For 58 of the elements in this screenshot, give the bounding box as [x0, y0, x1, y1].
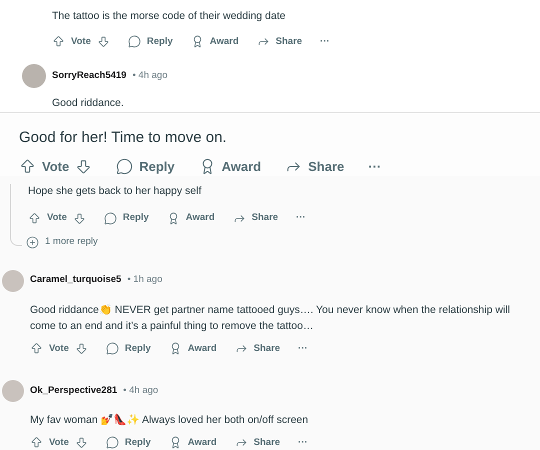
vote-label: Vote	[49, 436, 69, 450]
comment-text: Good riddance👏 NEVER get partner name tattooed guys…. You never know when the relationship will come to an end and it’s a painful thing to remove the tattoo…	[29, 302, 511, 334]
vote-label: Vote	[47, 211, 67, 225]
share-button[interactable]: Share	[234, 436, 280, 450]
vote-label: Vote	[42, 158, 70, 176]
more-options-button[interactable]: ···	[368, 160, 382, 173]
award-button[interactable]: Award	[168, 436, 217, 450]
comment-text: Hope she gets back to her happy self	[28, 184, 202, 200]
award-button[interactable]: Award	[198, 156, 262, 176]
upvote-icon[interactable]	[28, 212, 41, 225]
more-options-button[interactable]: ···	[320, 37, 330, 47]
comment-text: The tattoo is the morse code of their wedding date	[52, 9, 286, 24]
award-button[interactable]: Award	[190, 34, 239, 49]
comment-text: My fav woman 💅👠✨ Always loved her both on/off screen	[29, 412, 310, 428]
more-options-button[interactable]: ···	[296, 213, 306, 223]
upvote-icon[interactable]	[19, 158, 36, 175]
upvote-icon[interactable]	[30, 342, 43, 356]
speech-bubble-icon	[106, 342, 119, 356]
award-button[interactable]: Award	[168, 342, 217, 356]
more-options-button[interactable]: ···	[298, 438, 308, 448]
upvote-icon[interactable]	[30, 436, 43, 450]
reply-button[interactable]: Reply	[104, 211, 149, 226]
share-button[interactable]: Share	[256, 34, 302, 49]
timestamp: • 4h ago	[123, 384, 158, 398]
downvote-icon[interactable]	[74, 342, 88, 356]
more-options-button[interactable]: ···	[298, 344, 308, 354]
speech-bubble-icon	[128, 35, 141, 48]
downvote-icon[interactable]	[75, 158, 92, 175]
reply-button[interactable]: Reply	[116, 156, 175, 176]
more-replies-link[interactable]: 1 more reply	[26, 235, 306, 250]
avatar	[2, 380, 24, 402]
username[interactable]: SorryReach5419	[52, 68, 126, 84]
vote-label: Vote	[49, 342, 69, 356]
username[interactable]: Ok_Perspective281	[30, 384, 118, 398]
avatar	[2, 270, 24, 292]
reply-button[interactable]: Reply	[106, 436, 151, 450]
vote-label: Vote	[71, 34, 91, 49]
reply-button[interactable]: Reply	[128, 34, 173, 49]
award-button[interactable]: Award	[166, 211, 215, 226]
avatar	[22, 64, 46, 88]
plus-circle-icon	[26, 236, 39, 249]
thread-line	[10, 184, 22, 246]
downvote-icon[interactable]	[96, 35, 110, 48]
speech-bubble-icon	[106, 436, 119, 450]
username[interactable]: Caramel_turquoise5	[30, 273, 122, 288]
downvote-icon[interactable]	[72, 212, 86, 225]
downvote-icon[interactable]	[74, 436, 88, 450]
upvote-icon[interactable]	[52, 35, 65, 48]
timestamp: • 4h ago	[132, 68, 168, 83]
speech-bubble-icon	[104, 212, 117, 225]
comment-text: Good for her! Time to move on.	[19, 128, 228, 147]
timestamp: • 1h ago	[127, 273, 162, 288]
share-button[interactable]: Share	[234, 342, 280, 356]
share-button[interactable]: Share	[285, 156, 344, 176]
speech-bubble-icon	[116, 158, 134, 175]
reply-button[interactable]: Reply	[106, 342, 151, 356]
comment-text: Good riddance.	[52, 96, 125, 111]
share-button[interactable]: Share	[232, 211, 278, 226]
